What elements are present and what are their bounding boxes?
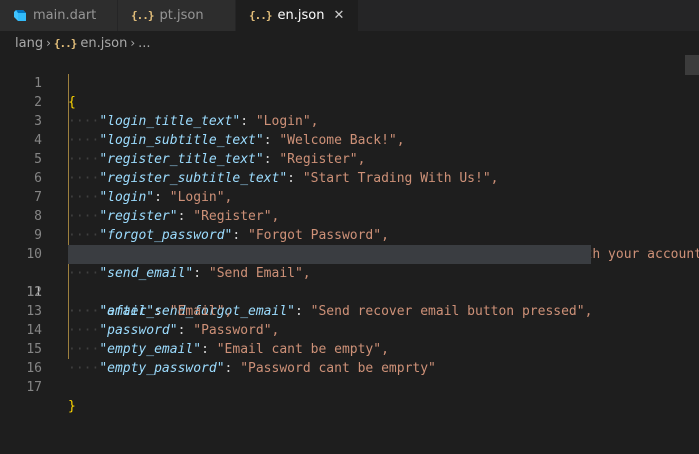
code-line: 15 ····"empty_password": "Password cant …	[0, 321, 699, 376]
dart-icon	[13, 9, 27, 23]
code-line: 3 ····"login_subtitle_text": "Welcome Ba…	[0, 93, 699, 148]
tab-label: pt.json	[159, 8, 204, 23]
tab-pt-json[interactable]: {..} pt.json	[118, 0, 236, 31]
code-line: 17 }	[0, 359, 699, 414]
tab-main-dart[interactable]: main.dart	[0, 0, 118, 31]
code-line: 8 ····"forgot_password": "Forgot Passwor…	[0, 188, 699, 243]
code-line: 4 ····"register_title_text": "Register",	[0, 112, 699, 167]
code-line-current: 11 ····"after_send_forgot_email": "Send …	[0, 245, 699, 319]
code-line: 1 {	[0, 55, 699, 110]
code-line: 14 ····"empty_email": "Email cant be emp…	[0, 302, 699, 357]
tab-en-json[interactable]: {..} en.json ✕	[236, 0, 358, 31]
breadcrumb-file[interactable]: en.json	[80, 36, 127, 51]
code-line: 13 ····"password": "Password",	[0, 283, 699, 338]
code-editor[interactable]: 1 { 2 ····"login_title_text": "Login", 3…	[0, 55, 699, 454]
line-number: 17	[26, 380, 42, 395]
current-line-highlight	[68, 245, 591, 264]
code-line: 12 ····"email": "Email",	[0, 264, 699, 319]
tab-label: main.dart	[33, 8, 97, 23]
code-line: 9 ····"forgot_password_text": "Enter the…	[0, 207, 699, 262]
tab-label: en.json	[277, 8, 325, 23]
breadcrumb: lang › {..} en.json › ...	[0, 31, 699, 55]
chevron-right-icon: ›	[130, 36, 136, 50]
editor-tab-bar: main.dart {..} pt.json {..} en.json ✕	[0, 0, 699, 31]
code-line: 7 ····"register": "Register",	[0, 169, 699, 224]
code-line: 6 ····"login": "Login",	[0, 150, 699, 205]
code-line: 10 ····"send_email": "Send Email",	[0, 226, 699, 281]
json-icon: {..}	[53, 36, 77, 50]
json-icon: {..}	[131, 9, 154, 22]
breadcrumb-more[interactable]: ...	[138, 36, 150, 51]
close-icon[interactable]: ✕	[330, 7, 348, 25]
json-icon: {..}	[249, 9, 272, 22]
chevron-right-icon: ›	[46, 36, 51, 50]
breadcrumb-folder[interactable]: lang	[15, 36, 43, 51]
close-brace: }	[68, 399, 76, 414]
code-line: 5 ····"register_subtitle_text": "Start T…	[0, 131, 699, 186]
code-line: 16	[0, 340, 699, 376]
code-line: 2 ····"login_title_text": "Login",	[0, 74, 699, 129]
